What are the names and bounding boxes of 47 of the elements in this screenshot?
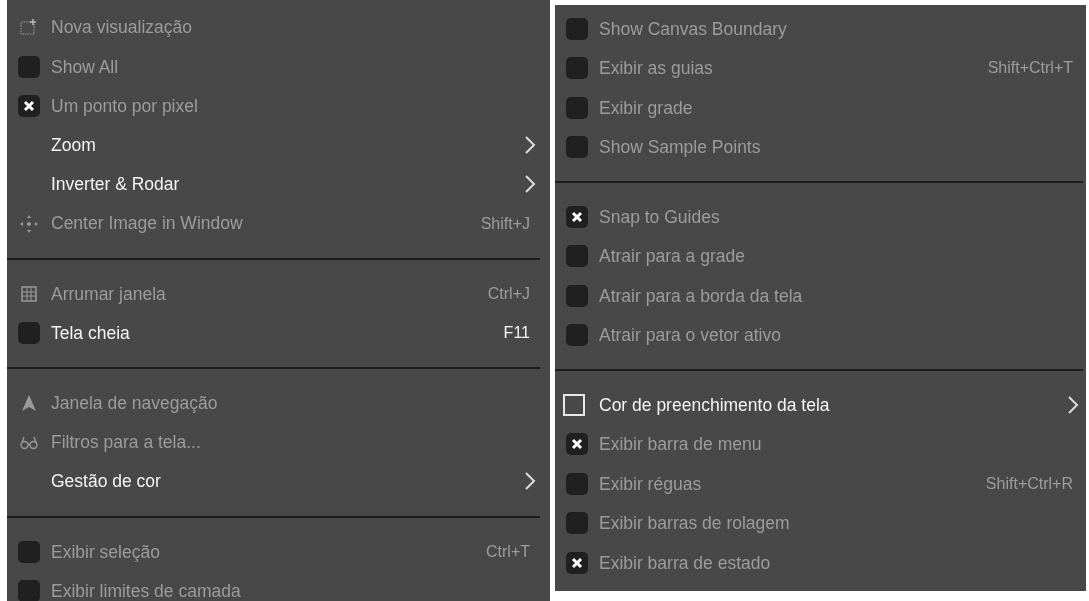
menu-item-label: Cor de preenchimento da tela bbox=[599, 393, 830, 417]
checkbox[interactable] bbox=[18, 321, 40, 344]
menu-item-label: Filtros para a tela... bbox=[51, 431, 201, 455]
x-mark-icon bbox=[570, 209, 584, 224]
menu-item[interactable]: Inverter & Rodar bbox=[7, 164, 540, 204]
menu-item[interactable]: Tela cheia F11 bbox=[7, 313, 540, 353]
menu-item-label: Exibir limites de camada bbox=[51, 579, 241, 601]
menu-item-label: Exibir barras de rolagem bbox=[599, 512, 790, 536]
new-view-icon bbox=[19, 17, 39, 38]
shortcut-label: F11 bbox=[503, 322, 530, 343]
shortcut-label: Shift+J bbox=[480, 213, 530, 234]
menu-item-label: Show Canvas Boundary bbox=[599, 17, 787, 41]
menu-item-label: Gestão de cor bbox=[51, 470, 161, 494]
move-icon bbox=[19, 213, 39, 234]
menu-item-label: Exibir seleção bbox=[51, 540, 160, 564]
menu-item-label: Exibir as guias bbox=[599, 57, 713, 81]
menu-item-label: Snap to Guides bbox=[599, 205, 720, 229]
menu-item-label: Exibir barra de estado bbox=[599, 551, 771, 575]
shortcut-label: Shift+Ctrl+R bbox=[985, 473, 1073, 494]
menu-item-label: Nova visualização bbox=[51, 16, 193, 40]
menu-item-label: Atrair para a borda da tela bbox=[599, 284, 803, 308]
menu-item-label: Show All bbox=[51, 55, 119, 79]
x-mark-icon bbox=[570, 437, 584, 452]
menu-item-label: Exibir grade bbox=[599, 96, 693, 120]
menu-item-label: Exibir réguas bbox=[599, 472, 702, 496]
menu-item-label: Janela de navegação bbox=[51, 391, 218, 415]
menu-item-label: Inverter & Rodar bbox=[51, 173, 180, 197]
menu-item[interactable]: Cor de preenchimento da tela bbox=[555, 385, 1083, 425]
shortcut-label: Ctrl+T bbox=[486, 541, 530, 562]
menu-item-label: Um ponto por pixel bbox=[51, 94, 198, 118]
menu-item[interactable]: Gestão de cor bbox=[7, 461, 540, 502]
menu-item-label: Atrair para a grade bbox=[599, 245, 745, 269]
menu-item-label: Show Sample Points bbox=[599, 136, 761, 160]
menu-item-label: Exibir barra de menu bbox=[599, 433, 762, 457]
shortcut-label: Ctrl+J bbox=[487, 283, 530, 304]
menu-item-label: Arrumar janela bbox=[51, 282, 166, 306]
menu-item-label: Tela cheia bbox=[51, 321, 130, 345]
menu-item[interactable]: Zoom bbox=[7, 125, 540, 165]
arrow-icon bbox=[19, 393, 39, 414]
menu-item-label: Zoom bbox=[51, 134, 96, 158]
shortcut-label: Shift+Ctrl+T bbox=[987, 58, 1073, 79]
grid-icon bbox=[19, 283, 39, 304]
menu-item-label: Atrair para o vetor ativo bbox=[599, 324, 781, 348]
color-swatch-icon bbox=[563, 393, 585, 416]
x-mark-icon bbox=[570, 555, 584, 570]
menu-item-label: Center Image in Window bbox=[51, 212, 243, 236]
x-mark-icon bbox=[22, 98, 36, 113]
